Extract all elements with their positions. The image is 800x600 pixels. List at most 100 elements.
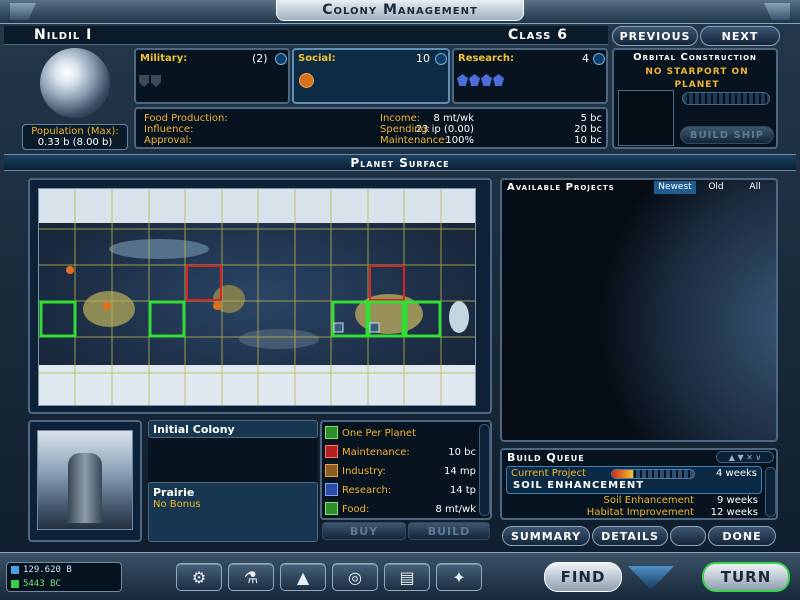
research-info-icon[interactable] <box>593 53 605 65</box>
map-cloud <box>109 239 209 259</box>
building-icon <box>369 322 380 333</box>
done-button[interactable]: Done <box>708 526 776 546</box>
population-box: Population (Max): 0.33 b (8.00 b) <box>22 124 128 150</box>
buy-button[interactable]: Buy <box>322 522 406 540</box>
shield-icon <box>151 75 161 87</box>
previous-button[interactable]: Previous <box>612 26 698 46</box>
spending-value: 20 bc <box>574 124 602 135</box>
colony-structure <box>449 301 469 333</box>
detail-industry-label: Industry: <box>342 466 386 477</box>
detail-research-value: 14 tp <box>449 485 476 496</box>
ships-nav-icon[interactable]: ▲ <box>280 563 326 591</box>
progress-fill <box>612 470 633 478</box>
military-info-icon[interactable] <box>275 53 287 65</box>
find-button[interactable]: Find <box>544 562 622 592</box>
social-info-icon[interactable] <box>435 53 447 65</box>
tab-all[interactable]: All <box>736 181 774 194</box>
social-label: Social: <box>298 53 336 64</box>
resource-icon <box>103 302 111 310</box>
planet-class: Class 6 <box>508 27 568 43</box>
current-project-progress <box>611 469 695 479</box>
tab-newest[interactable]: Newest <box>654 181 696 194</box>
project-details-panel: One Per Planet Maintenance: 10 bc Indust… <box>320 420 492 520</box>
research-pentagon-icon <box>493 74 504 86</box>
orbital-slot <box>618 90 674 146</box>
shield-icon <box>139 75 149 87</box>
orbital-title: Orbital Construction <box>633 52 757 63</box>
research-value: 4 <box>582 52 589 65</box>
maintenance-value: 10 bc <box>574 135 602 146</box>
blank-button[interactable] <box>670 526 706 546</box>
terrain-box: Prairie No Bonus <box>148 482 318 542</box>
detail-maintenance-value: 10 bc <box>448 447 476 458</box>
summary-button[interactable]: Summary <box>502 526 590 546</box>
next-button[interactable]: Next <box>700 26 780 46</box>
details-scrollbar[interactable] <box>479 424 490 516</box>
current-project-name: Soil Enhancement <box>513 480 645 491</box>
research-pentagon-icon <box>469 74 480 86</box>
empire-status: 129.620 B 5443 BC <box>6 562 122 592</box>
queue-item-name[interactable]: Soil Enhancement <box>602 495 694 506</box>
colony-image <box>37 430 133 530</box>
approval-label: Approval: <box>144 135 192 146</box>
hammer-icon <box>299 73 314 88</box>
surface-title-bar: Planet Surface <box>4 154 796 171</box>
tile-name: Initial Colony <box>148 420 318 438</box>
queue-scrollbar[interactable] <box>765 467 776 517</box>
details-button[interactable]: Details <box>592 526 668 546</box>
terrain-bonus: No Bonus <box>153 499 201 510</box>
social-panel[interactable]: Social: 10 <box>292 48 450 104</box>
spending-label: Spending: <box>380 124 431 135</box>
current-project-time: 4 weeks <box>715 468 757 479</box>
maintenance-label: Maintenance: <box>380 135 448 146</box>
queue-order-controls[interactable]: ▲ ▼ ✕ ∨ <box>716 451 774 463</box>
surface-map[interactable] <box>38 188 476 406</box>
queue-item-name[interactable]: Habitat Improvement <box>562 507 694 518</box>
tile-image-frame <box>28 420 142 542</box>
one-per-planet-icon <box>325 426 338 439</box>
diplomacy-nav-icon[interactable]: ✦ <box>436 563 482 591</box>
research-label: Research: <box>458 53 514 64</box>
build-queue-panel: Build Queue ▲ ▼ ✕ ∨ Current Project 4 we… <box>500 448 778 520</box>
page-title: Colony Management <box>322 2 478 18</box>
social-value: 10 <box>416 52 430 65</box>
research-nav-icon[interactable]: ⚗ <box>228 563 274 591</box>
credits-icon <box>11 580 19 588</box>
colonies-nav-icon[interactable]: ⚙ <box>176 563 222 591</box>
research-panel[interactable]: Research: 4 <box>452 48 608 104</box>
detail-maintenance-label: Maintenance: <box>342 447 410 458</box>
current-project-box[interactable]: Current Project 4 weeks Soil Enhancement <box>506 466 762 494</box>
queue-item-time: 12 weeks <box>710 507 758 518</box>
build-queue-title: Build Queue <box>507 451 585 464</box>
food-icon <box>325 502 338 515</box>
build-button[interactable]: Build <box>408 522 490 540</box>
turn-button[interactable]: Turn <box>702 562 790 592</box>
title-plate: Colony Management <box>276 0 524 21</box>
planet-name-bar: Nildil I Class 6 <box>4 26 608 45</box>
colony-tower-shape <box>68 453 102 523</box>
reports-nav-icon[interactable]: ▤ <box>384 563 430 591</box>
terrain-name: Prairie <box>153 486 195 499</box>
income-label: Income: <box>380 113 421 124</box>
galaxy-nav-icon[interactable]: ◎ <box>332 563 378 591</box>
detail-research-label: Research: <box>342 485 392 496</box>
empire-credits: 5443 BC <box>23 579 61 589</box>
tab-old[interactable]: Old <box>698 181 734 194</box>
planet-globe <box>40 48 110 118</box>
available-projects-panel: Available Projects Newest Old All <box>500 178 778 442</box>
industry-icon <box>325 464 338 477</box>
military-panel[interactable]: Military: (2) <box>134 48 290 104</box>
detail-food-label: Food: <box>342 504 370 515</box>
research-flask-icon <box>325 483 338 496</box>
detail-industry-value: 14 mp <box>444 466 476 477</box>
orbital-construction-panel: Orbital Construction No starport on plan… <box>612 48 778 149</box>
current-project-label: Current Project <box>511 468 586 479</box>
one-per-planet-label: One Per Planet <box>342 428 417 439</box>
map-cloud <box>239 329 319 349</box>
orbital-progress-bar <box>682 92 770 105</box>
population-label: Population (Max): <box>31 126 119 137</box>
build-ship-button[interactable]: Build Ship <box>680 126 774 144</box>
detail-food-value: 8 mt/wk <box>435 504 476 515</box>
research-pentagon-icon <box>481 74 492 86</box>
planet-name: Nildil I <box>34 27 93 43</box>
